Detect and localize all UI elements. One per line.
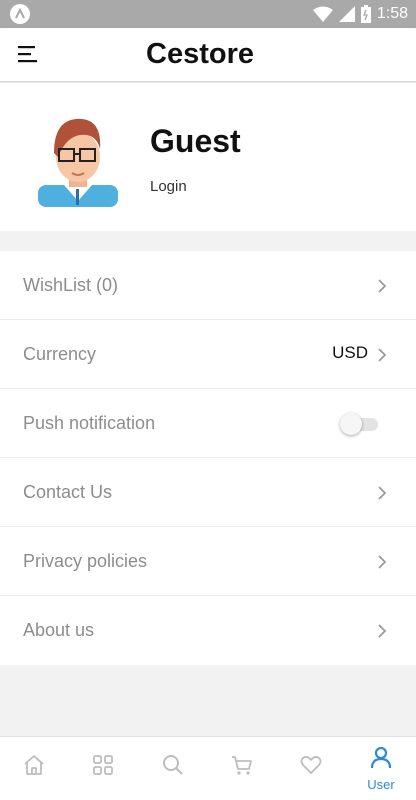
grid-icon <box>93 755 113 775</box>
privacy-policies-label: Privacy policies <box>23 551 148 571</box>
nav-cart[interactable] <box>212 737 272 800</box>
bottom-navigation: User <box>0 736 416 800</box>
wishlist-label: WishList (0) <box>23 275 119 295</box>
nav-user[interactable]: User <box>351 737 411 800</box>
chevron-right-icon <box>378 624 386 638</box>
user-avatar-icon <box>38 118 118 207</box>
push-notification-toggle[interactable] <box>340 413 382 435</box>
chevron-right-icon <box>378 555 386 569</box>
about-us-row[interactable]: About us <box>0 596 416 665</box>
privacy-policies-row[interactable]: Privacy policies <box>0 527 416 596</box>
profile-name: Guest <box>150 123 241 159</box>
status-bar: 1:58 <box>0 0 416 28</box>
contact-us-label: Contact Us <box>23 482 113 502</box>
wishlist-row[interactable]: WishList (0) <box>0 251 416 320</box>
chevron-right-icon <box>378 279 386 293</box>
chevron-right-icon <box>378 348 386 362</box>
cart-icon <box>232 756 252 775</box>
search-icon <box>163 755 183 775</box>
heart-icon <box>300 755 322 774</box>
app-notification-icon <box>10 4 30 24</box>
nav-home[interactable] <box>4 737 64 800</box>
signal-icon <box>338 6 355 22</box>
contact-us-row[interactable]: Contact Us <box>0 458 416 527</box>
user-icon <box>370 746 392 769</box>
about-us-label: About us <box>23 620 95 640</box>
push-notification-row: Push notification <box>0 389 416 458</box>
wifi-icon <box>312 6 333 22</box>
status-time: 1:58 <box>376 5 408 22</box>
app-bar: Cestore <box>0 28 416 82</box>
app-title: Cestore <box>146 38 254 70</box>
currency-row[interactable]: Currency USD <box>0 320 416 389</box>
home-icon <box>24 755 44 775</box>
nav-user-label: User <box>367 777 395 792</box>
profile-header: Guest Login <box>0 83 416 231</box>
battery-icon <box>360 5 371 23</box>
toggle-knob <box>340 413 362 435</box>
chevron-right-icon <box>378 486 386 500</box>
login-link[interactable]: Login <box>150 178 187 195</box>
settings-list: WishList (0) Currency USD Push notificat… <box>0 251 416 665</box>
nav-categories[interactable] <box>73 737 133 800</box>
push-notification-label: Push notification <box>23 413 156 433</box>
currency-label: Currency <box>23 344 97 364</box>
currency-value: USD <box>332 343 368 362</box>
nav-search[interactable] <box>143 737 203 800</box>
nav-wishlist[interactable] <box>281 737 341 800</box>
